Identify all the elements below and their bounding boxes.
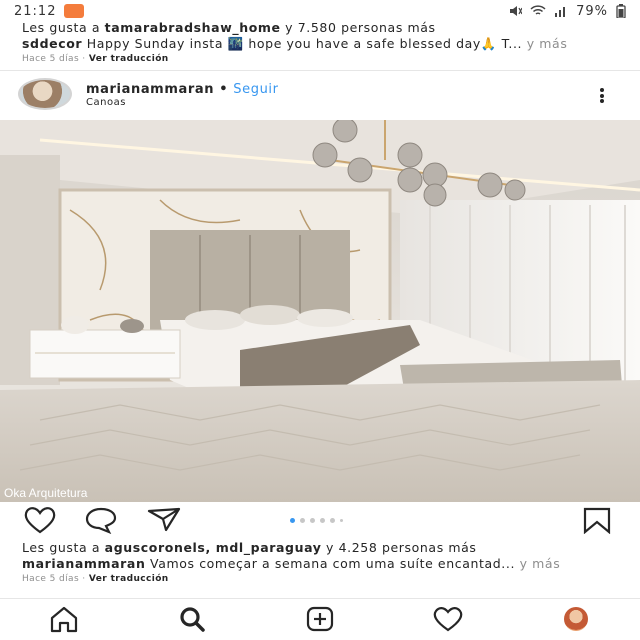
bottom-nav [0, 598, 640, 640]
add-post-icon[interactable] [300, 605, 340, 633]
post-actions [0, 506, 640, 536]
carousel-dot [330, 518, 335, 523]
likes-suffix: y 7.580 personas más [280, 20, 436, 35]
profile-avatar-image [564, 607, 588, 631]
bedroom-photo [0, 120, 640, 502]
more-options-icon[interactable] [596, 88, 608, 106]
carousel-dot [320, 518, 325, 523]
share-icon[interactable] [146, 506, 182, 532]
see-translation-link[interactable]: Ver traducción [89, 574, 169, 584]
previous-meta: Hace 5 días · Ver traducción [22, 54, 169, 64]
post-image[interactable]: Oka Arquitetura [0, 120, 640, 502]
previous-caption[interactable]: sddecor Happy Sunday insta 🌃 hope you ha… [22, 36, 622, 52]
carousel-dot [340, 519, 343, 522]
more-link[interactable]: y más [515, 556, 560, 571]
image-watermark: Oka Arquitetura [4, 486, 88, 500]
comment-icon[interactable] [84, 506, 118, 534]
see-translation-link[interactable]: Ver traducción [89, 54, 169, 64]
heart-icon[interactable] [22, 506, 58, 534]
likes-suffix: y 4.258 personas más [321, 540, 477, 555]
status-bar: 21:12 79% [0, 0, 640, 22]
post-likes-line[interactable]: Les gusta a aguscoronels, mdl_paraguay y… [22, 540, 477, 555]
caption-text: Vamos começar a semana com uma suíte enc… [145, 556, 516, 571]
caption-username[interactable]: marianammaran [22, 556, 145, 571]
status-right: 79% [508, 4, 626, 19]
battery-level: 79% [576, 3, 608, 19]
carousel-indicator [290, 518, 343, 523]
caption-username[interactable]: sddecor [22, 36, 82, 51]
avatar[interactable] [18, 78, 72, 110]
carousel-dot [300, 518, 305, 523]
home-icon[interactable] [44, 605, 84, 633]
follow-button[interactable]: Seguir [233, 82, 278, 97]
status-time: 21:12 [14, 3, 57, 19]
signal-icon [555, 7, 566, 17]
likes-users-link[interactable]: aguscoronels, mdl_paraguay [105, 540, 322, 555]
likes-prefix: Les gusta a [22, 20, 105, 35]
previous-likes-line[interactable]: Les gusta a tamarabradshaw_home y 7.580 … [22, 20, 436, 35]
time-ago: Hace 5 días [22, 54, 80, 64]
post-divider [0, 70, 640, 71]
more-link[interactable]: y más [522, 36, 567, 51]
activity-heart-icon[interactable] [428, 605, 468, 633]
mute-icon [510, 6, 523, 16]
caption-text: Happy Sunday insta 🌃 hope you have a saf… [82, 36, 523, 51]
post-username[interactable]: marianammaran [86, 82, 214, 97]
battery-icon [616, 4, 626, 18]
wifi-icon [530, 5, 546, 15]
bookmark-icon[interactable] [580, 506, 614, 534]
time-ago: Hace 5 días [22, 574, 80, 584]
likes-prefix: Les gusta a [22, 540, 105, 555]
profile-avatar[interactable] [556, 605, 596, 633]
post-caption[interactable]: marianammaran Vamos começar a semana com… [22, 556, 622, 571]
post-location[interactable]: Canoas [86, 97, 126, 108]
carousel-dot [310, 518, 315, 523]
carousel-dot-active [290, 518, 295, 523]
notification-badge-icon [64, 4, 85, 18]
post-meta: Hace 5 días · Ver traducción [22, 574, 169, 584]
post-header: marianammaran • Seguir Canoas [0, 76, 640, 118]
search-icon[interactable] [172, 605, 212, 633]
likes-user-link[interactable]: tamarabradshaw_home [105, 20, 281, 35]
status-left: 21:12 [14, 3, 85, 19]
post-username-line: marianammaran • Seguir [86, 82, 279, 97]
